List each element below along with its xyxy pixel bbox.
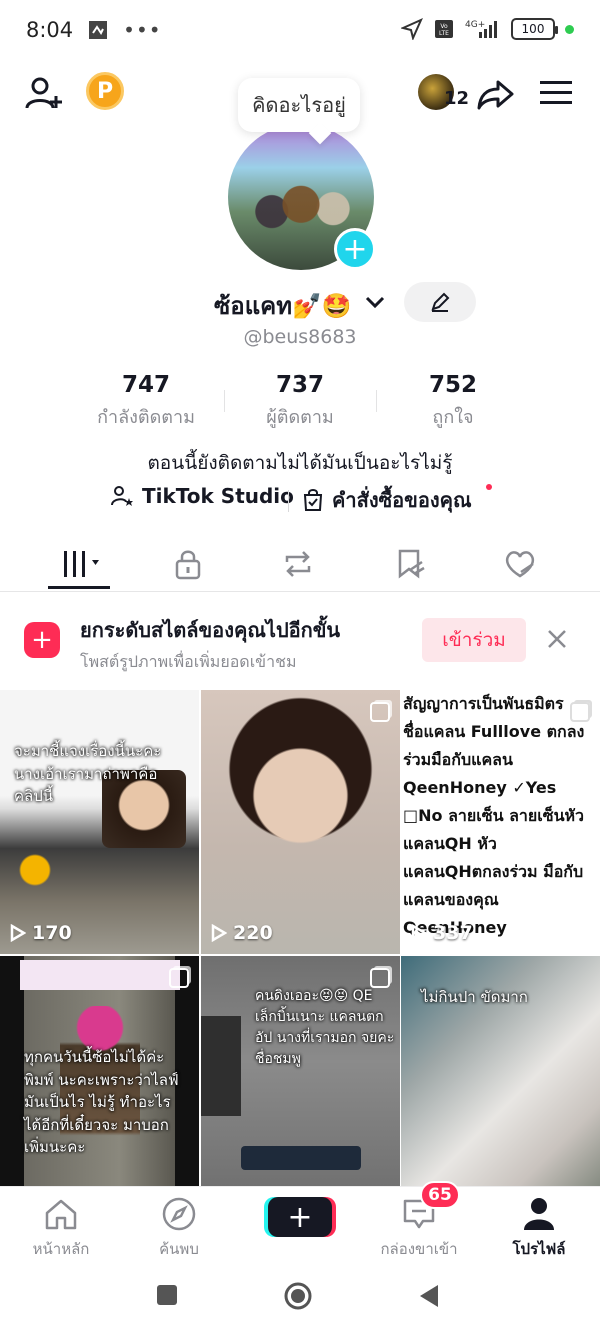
back-system-button[interactable] (418, 1284, 440, 1312)
pointing-hand-icon (8, 850, 62, 890)
back-triangle-icon (420, 1285, 438, 1307)
photo-carousel-icon (370, 968, 390, 988)
status-time: 8:04 (26, 18, 74, 42)
view-count: 220 (211, 922, 273, 944)
square-icon (157, 1285, 177, 1305)
profile-tabs (0, 536, 600, 592)
lock-icon (175, 550, 201, 580)
app-notification-icon (89, 21, 108, 39)
studio-person-icon (111, 486, 133, 506)
active-tab-indicator (48, 586, 110, 589)
play-icon (10, 924, 26, 942)
name-row: ซ้อแคท💅🤩 (0, 282, 600, 326)
promo-title: ยกระดับสไตล์ของคุณไปอีกขั้น (80, 618, 341, 642)
menu-icon[interactable] (540, 80, 572, 106)
heart-hidden-icon (505, 551, 535, 578)
play-icon (411, 924, 427, 942)
tab-reposts[interactable] (268, 544, 328, 584)
photo-carousel-icon (169, 968, 189, 988)
recent-apps-button[interactable] (156, 1284, 178, 1310)
edit-profile-button[interactable] (404, 282, 476, 322)
privacy-indicator (565, 24, 574, 34)
tab-liked[interactable] (490, 544, 550, 584)
tab-videos[interactable] (50, 544, 110, 584)
share-icon[interactable] (476, 74, 516, 114)
tab-private[interactable] (158, 544, 218, 584)
battery-icon: 100 (511, 18, 558, 40)
more-notifications-icon: ••• (123, 18, 162, 42)
view-count: 170 (10, 922, 72, 944)
grid-icon (64, 551, 99, 577)
video-thumbnail[interactable]: จะมาชี้แจงเรื่องนี้นะคะนางเอ้าเรามาถ่าพา… (0, 690, 199, 954)
chevron-down-icon[interactable] (364, 294, 386, 310)
nav-profile[interactable]: โปรไฟล์ (484, 1195, 594, 1261)
nav-discover[interactable]: ค้นพบ (124, 1195, 234, 1261)
stat-followers[interactable]: 737 ผู้ติดตาม (230, 372, 370, 431)
profile-icon (524, 1198, 554, 1230)
video-grid: จะมาชี้แจงเรื่องนี้นะคะนางเอ้าเรามาถ่าพา… (0, 690, 600, 1220)
svg-text:LTE: LTE (439, 30, 449, 37)
tiktok-studio-link[interactable]: TikTok Studio (110, 484, 294, 508)
status-bar: 8:04 ••• Vo LTE 4G+ 100 (0, 0, 600, 60)
nav-inbox[interactable]: กล่องขาเข้า (364, 1195, 474, 1261)
username: @beus8683 (243, 326, 357, 348)
status-thought-bubble[interactable]: คิดอะไรอยู่ (238, 78, 360, 132)
profile-links: TikTok Studio คำสั่งซื้อของคุณ (0, 484, 600, 518)
compass-icon (162, 1197, 196, 1231)
bio: ตอนนี้ยังติดตามไม่ได้มันเป็นอะไรไม่รู้ (147, 452, 453, 474)
home-icon (45, 1199, 77, 1230)
profile-stats: 747 กำลังติดตาม 737 ผู้ติดตาม 752 ถูกใจ (0, 372, 600, 432)
play-icon (211, 924, 227, 942)
points-icon[interactable]: P (86, 72, 124, 110)
add-photo-icon: + (24, 622, 60, 658)
close-icon[interactable] (546, 628, 568, 650)
video-thumbnail[interactable]: คนดิงเออะ😝😝 QE เล็กบิ้นเนาะ แคลนตกอัป นา… (201, 956, 400, 1220)
stat-following[interactable]: 747 กำลังติดตาม (76, 372, 216, 431)
pencil-icon (431, 292, 450, 312)
system-nav-bar (0, 1264, 600, 1333)
bookmark-hidden-icon (398, 549, 425, 579)
orders-notification-dot (486, 484, 492, 490)
nav-home[interactable]: หน้าหลัก (6, 1195, 116, 1261)
circle-icon (284, 1282, 312, 1310)
svg-text:4G+: 4G+ (465, 20, 485, 30)
photo-carousel-icon (570, 702, 590, 722)
promo-subtitle: โพสต์รูปภาพเพื่อเพิ่มยอดเข้าชม (80, 652, 297, 671)
create-button[interactable]: + (268, 1197, 332, 1237)
svg-text:Vo: Vo (440, 23, 448, 30)
video-thumbnail[interactable]: ทุกคนวันนี้ซ้อไม่ได้ค่ะพิมพ์ นะคะเพราะว่… (0, 956, 199, 1220)
orders-link[interactable]: คำสั่งซื้อของคุณ (302, 484, 472, 516)
bottom-nav: หน้าหลัก ค้นพบ + กล่องขาเข้า 65 โปรไฟล์ (0, 1181, 600, 1264)
repost-icon (285, 551, 311, 577)
display-name[interactable]: ซ้อแคท💅🤩 (214, 286, 352, 325)
shopping-bag-icon (303, 489, 323, 511)
view-count: 337 (411, 922, 473, 944)
signal-icon: 4G+ (465, 20, 497, 38)
inbox-badge: 65 (420, 1181, 460, 1209)
stat-likes[interactable]: 752 ถูกใจ (383, 372, 523, 431)
promo-banner: + ยกระดับสไตล์ของคุณไปอีกขั้น โพสต์รูปภา… (0, 600, 600, 684)
add-story-button[interactable]: + (334, 228, 376, 270)
photo-carousel-icon (370, 702, 390, 722)
home-system-button[interactable] (284, 1282, 312, 1314)
volte-icon: VoLTE (435, 20, 453, 38)
location-icon (401, 18, 423, 40)
promo-join-button[interactable]: เข้าร่วม (422, 618, 526, 662)
friends-avatar-count: 12 (444, 88, 470, 109)
video-thumbnail[interactable]: สัญญาการเป็นพันธมิตร ชื่อแคลน Fulllove ต… (401, 690, 600, 954)
tab-favorites[interactable] (380, 544, 440, 584)
video-thumbnail[interactable]: 220 (201, 690, 400, 954)
add-friend-icon[interactable] (24, 74, 64, 114)
